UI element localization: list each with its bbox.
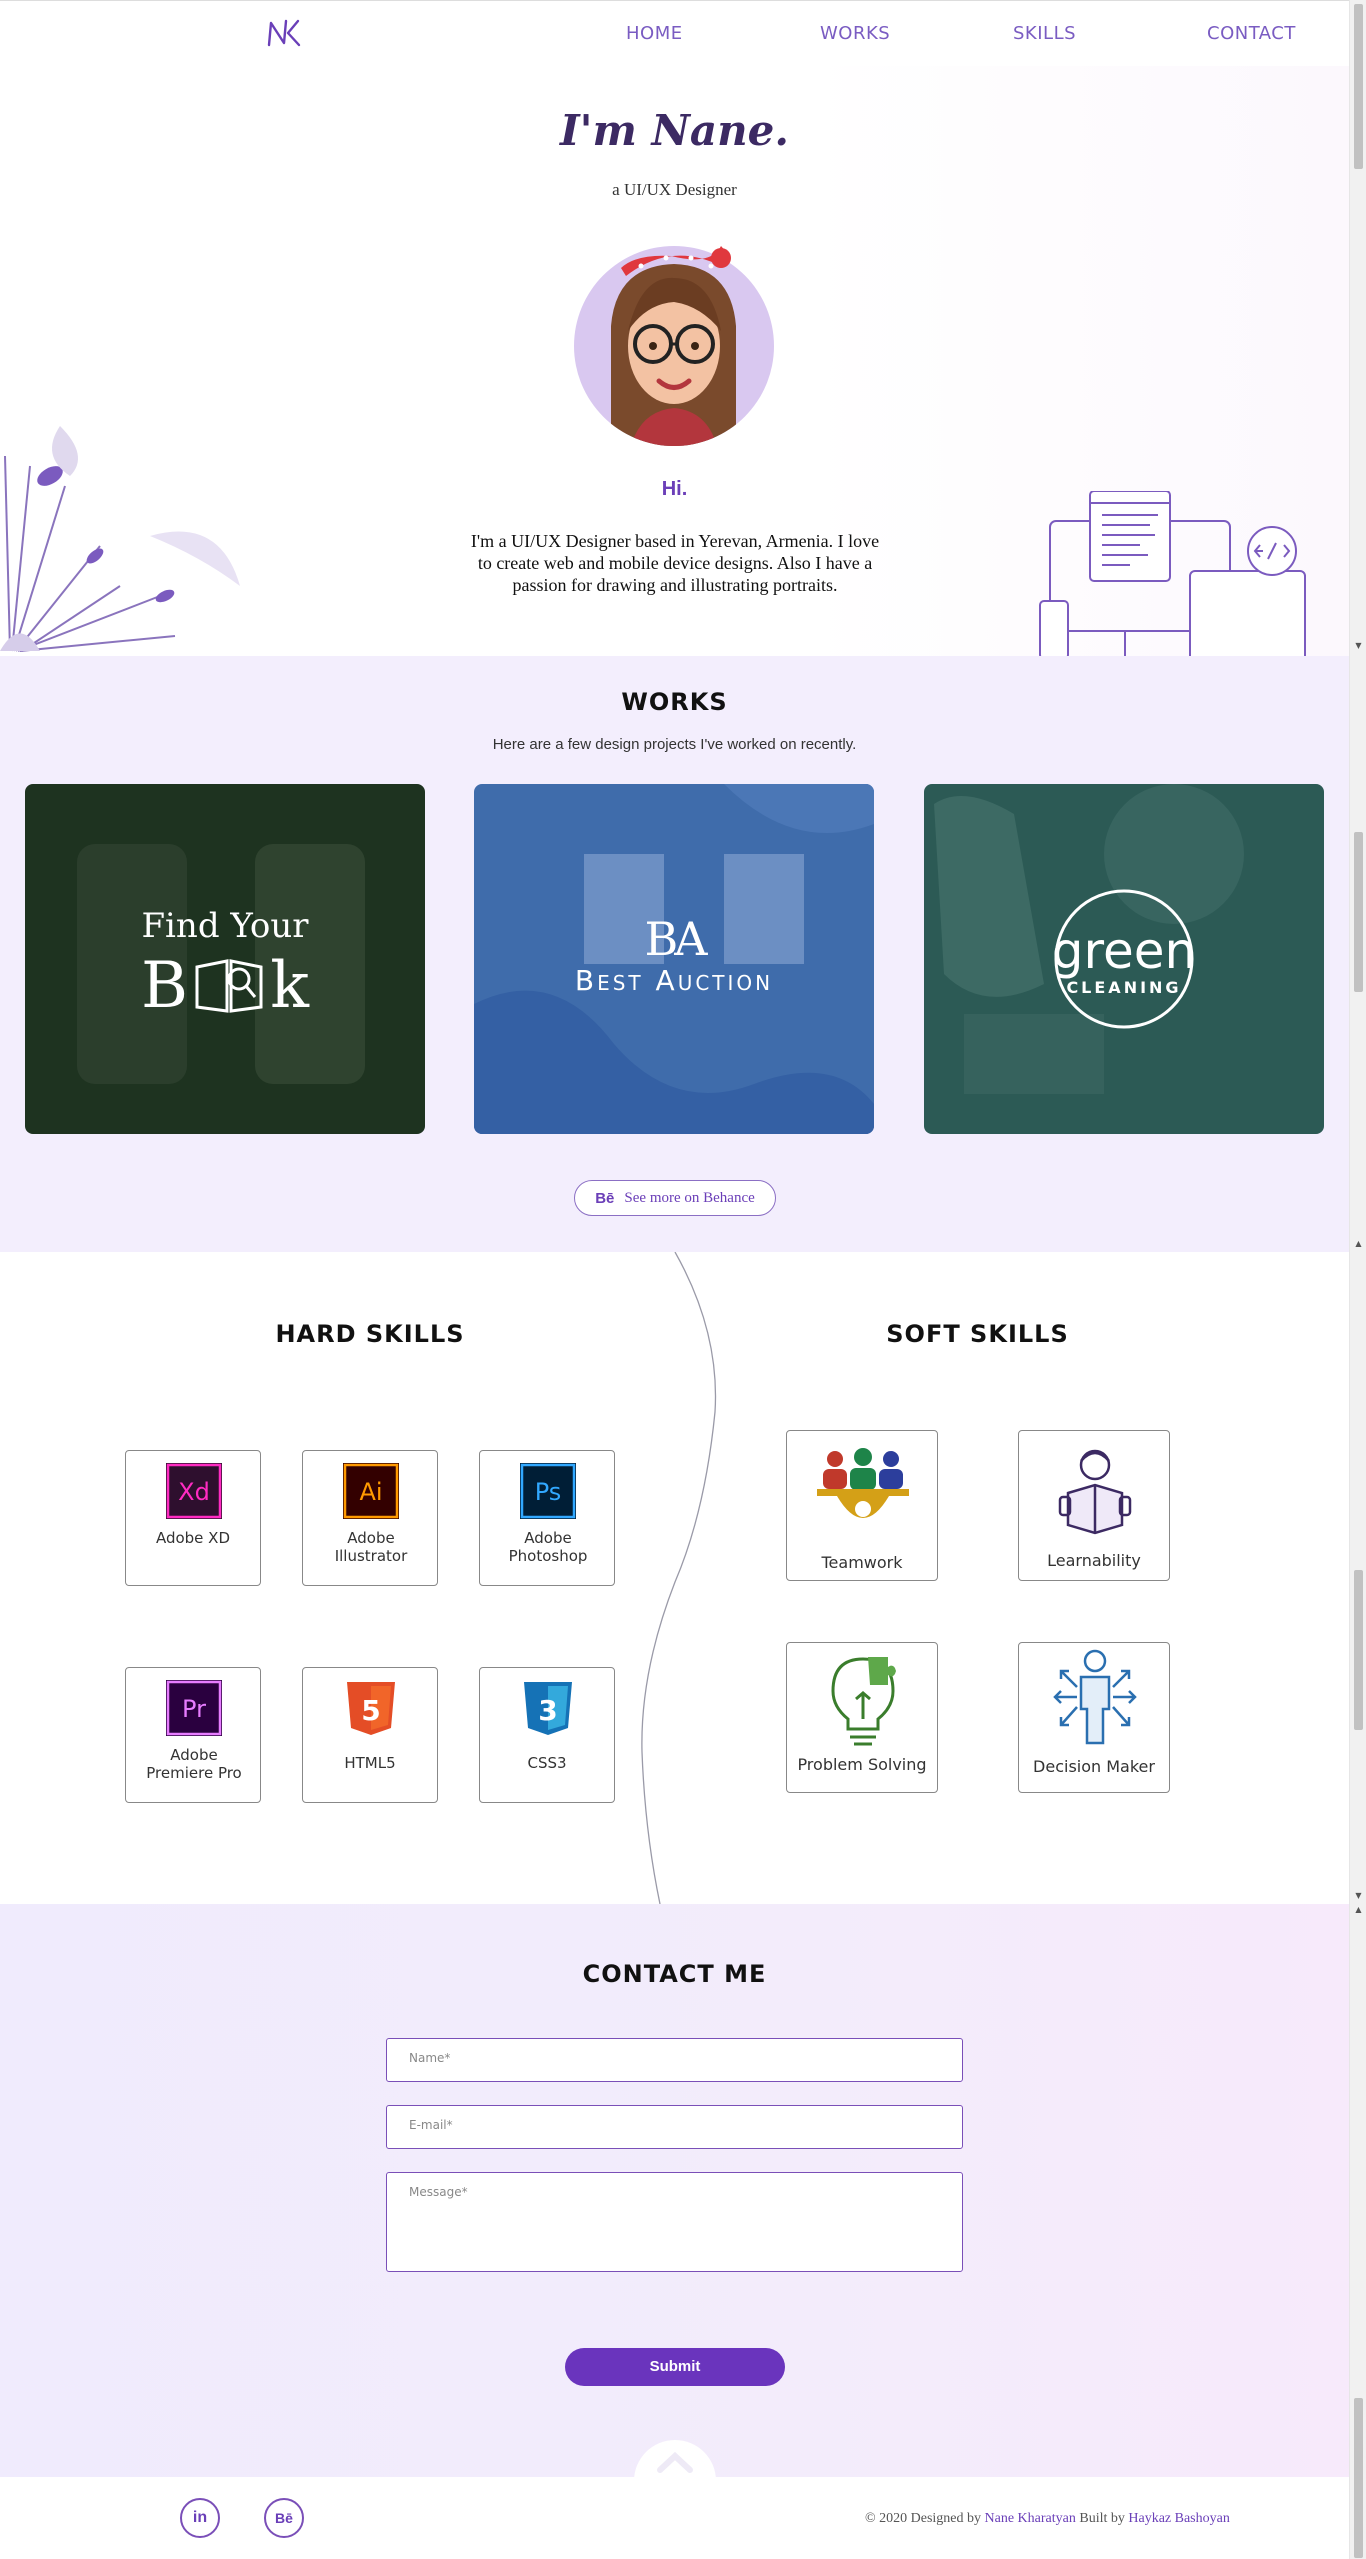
- skill-label: Adobe Photoshop: [508, 1529, 588, 1565]
- hero-section: I'm Nane. a UI/UX Designer Hi. I'm a UI/…: [0, 66, 1349, 662]
- html5-icon: 5: [343, 1680, 399, 1736]
- best-auction-name: Best Auction: [574, 964, 774, 997]
- learnability-icon: [1058, 1449, 1132, 1535]
- adobe-photoshop-icon: Ps: [520, 1463, 576, 1519]
- works-subtitle: Here are a few design projects I've work…: [492, 736, 857, 753]
- soft-skill-problem-solving: Problem Solving: [786, 1642, 938, 1793]
- skill-adobe-illustrator: Ai Adobe Illustrator: [302, 1450, 438, 1586]
- svg-text:5: 5: [361, 1694, 380, 1727]
- hard-skills-title: HARD SKILLS: [275, 1320, 465, 1348]
- nav-skills-link[interactable]: SKILLS: [1013, 23, 1076, 44]
- builder-link[interactable]: Haykaz Bashoyan: [1128, 2511, 1229, 2526]
- project-card-green-cleaning[interactable]: green CLEANING: [924, 784, 1324, 1134]
- avatar-portrait: [571, 236, 777, 446]
- scrollbar-works[interactable]: ▲: [1349, 656, 1366, 1252]
- svg-text:Xd: Xd: [178, 1478, 210, 1506]
- decision-maker-icon: [1053, 1649, 1137, 1745]
- scrollbar-contact[interactable]: ▲: [1349, 1904, 1366, 2559]
- nav-home-link[interactable]: HOME: [626, 23, 683, 44]
- skills-section: HARD SKILLS SOFT SKILLS Xd Adobe XD Ai A…: [0, 1252, 1349, 1904]
- adobe-premiere-pro-icon: Pr: [166, 1680, 222, 1736]
- portfolio-page: ▼ ▲ ▼ ▲ HOME WORKS SKILLS CONTACT I'm Na…: [0, 0, 1366, 2559]
- green-wordmark: green: [1051, 922, 1197, 980]
- soft-skill-label: Teamwork: [821, 1553, 903, 1572]
- scrollbar-thumb[interactable]: [1354, 2398, 1363, 2558]
- skill-label: Adobe Premiere Pro: [146, 1746, 242, 1782]
- soft-skill-label: Decision Maker: [1033, 1757, 1155, 1776]
- behance-button-label: See more on Behance: [624, 1189, 755, 1206]
- skill-label: CSS3: [527, 1754, 567, 1772]
- paintbrushes-illustration: [0, 396, 260, 656]
- project-card-best-auction[interactable]: BA Best Auction: [474, 784, 874, 1134]
- behance-icon[interactable]: Bē: [264, 2498, 304, 2538]
- svg-text:Ps: Ps: [535, 1478, 562, 1506]
- works-section: WORKS Here are a few design projects I'v…: [0, 656, 1349, 1252]
- cleaning-tagline: CLEANING: [1066, 978, 1182, 997]
- scroll-up-arrow[interactable]: ▲: [1350, 1238, 1366, 1250]
- contact-title: CONTACT ME: [582, 1960, 767, 1988]
- logo-icon[interactable]: [264, 13, 304, 53]
- soft-skill-teamwork: Teamwork: [786, 1430, 938, 1581]
- skill-label: Adobe XD: [155, 1529, 231, 1547]
- scrollbar-thumb[interactable]: [1354, 4, 1363, 169]
- name-field[interactable]: Name*: [386, 2038, 963, 2082]
- hero-title: I'm Nane.: [559, 106, 790, 155]
- nav-works-link[interactable]: WORKS: [820, 23, 890, 44]
- skills-divider-curve: [641, 1252, 717, 1904]
- svg-text:Pr: Pr: [182, 1695, 206, 1723]
- footer: in Bē © 2020 Designed by Nane Kharatyan …: [0, 2477, 1349, 2559]
- email-field[interactable]: E-mail*: [386, 2105, 963, 2149]
- project-card-find-your-book[interactable]: Find Your B k: [25, 784, 425, 1134]
- behance-icon: Bē: [595, 1189, 615, 1207]
- scrollbar-thumb[interactable]: [1354, 1570, 1363, 1730]
- skill-label: Adobe Illustrator: [334, 1529, 408, 1565]
- find-your-text: Find Your: [141, 906, 309, 946]
- scroll-up-arrow[interactable]: ▲: [1350, 1904, 1366, 1916]
- top-navigation: HOME WORKS SKILLS CONTACT: [0, 0, 1349, 66]
- soft-skill-label: Learnability: [1047, 1551, 1141, 1570]
- css3-icon: 3: [520, 1680, 576, 1736]
- scrollbar-thumb[interactable]: [1354, 832, 1363, 992]
- skill-adobe-photoshop: Ps Adobe Photoshop: [479, 1450, 615, 1586]
- hero-subtitle: a UI/UX Designer: [612, 180, 737, 199]
- soft-skills-title: SOFT SKILLS: [886, 1320, 1069, 1348]
- intro-paragraph: I'm a UI/UX Designer based in Yerevan, A…: [470, 531, 880, 595]
- skill-css3: 3 CSS3: [479, 1667, 615, 1803]
- svg-text:Ai: Ai: [359, 1478, 382, 1506]
- scroll-down-arrow[interactable]: ▼: [1350, 1890, 1366, 1902]
- problem-solving-icon: [831, 1657, 896, 1746]
- designer-link[interactable]: Nane Kharatyan: [985, 2511, 1076, 2526]
- footer-credit: © 2020 Designed by Nane Kharatyan Built …: [865, 2511, 1230, 2526]
- works-title: WORKS: [621, 688, 728, 716]
- see-more-behance-button[interactable]: Bē See more on Behance: [574, 1180, 776, 1216]
- message-field[interactable]: Message*: [386, 2172, 963, 2272]
- teamwork-icon: [817, 1448, 909, 1518]
- scrollbar-hero[interactable]: ▼: [1349, 0, 1366, 656]
- contact-section: CONTACT ME Name* E-mail* Message* Submit: [0, 1904, 1349, 2522]
- skill-label: HTML5: [344, 1754, 396, 1772]
- adobe-xd-icon: Xd: [166, 1463, 222, 1519]
- submit-button[interactable]: Submit: [565, 2348, 785, 2386]
- scrollbar-skills[interactable]: ▼: [1349, 1252, 1366, 1904]
- scroll-down-arrow[interactable]: ▼: [1350, 640, 1366, 652]
- svg-text:3: 3: [538, 1694, 557, 1727]
- book-wordmark: B k: [141, 949, 309, 1023]
- soft-skill-decision-maker: Decision Maker: [1018, 1642, 1170, 1793]
- skill-html5: 5 HTML5: [302, 1667, 438, 1803]
- devices-illustration: [1030, 490, 1310, 662]
- best-auction-monogram: BA: [644, 912, 707, 966]
- soft-skill-learnability: Learnability: [1018, 1430, 1170, 1581]
- skill-adobe-premiere-pro: Pr Adobe Premiere Pro: [125, 1667, 261, 1803]
- linkedin-icon[interactable]: in: [180, 2498, 220, 2538]
- soft-skill-label: Problem Solving: [797, 1755, 927, 1774]
- nav-contact-link[interactable]: CONTACT: [1207, 23, 1296, 44]
- book-icon: [195, 959, 263, 1013]
- skill-adobe-xd: Xd Adobe XD: [125, 1450, 261, 1586]
- adobe-illustrator-icon: Ai: [343, 1463, 399, 1519]
